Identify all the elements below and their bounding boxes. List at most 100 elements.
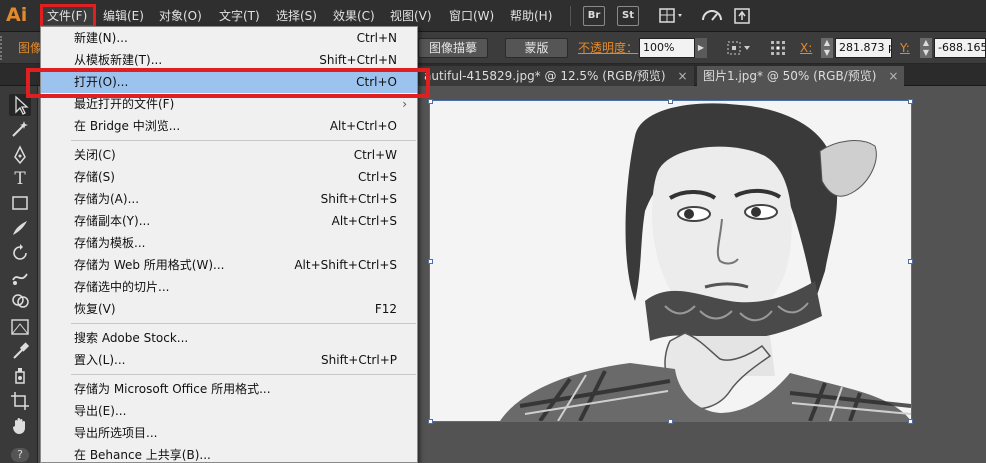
selection-tool-icon[interactable]	[9, 94, 31, 116]
selection-handle[interactable]	[908, 99, 913, 104]
menubar-divider	[570, 6, 571, 26]
menu-item-save-for-office[interactable]: 存储为 Microsoft Office 所用格式...	[41, 378, 417, 400]
selection-handle[interactable]	[428, 419, 433, 424]
close-icon[interactable]: ×	[888, 66, 898, 86]
menu-item-save[interactable]: 存储(S) Ctrl+S	[41, 166, 417, 188]
menu-item-label: 在 Bridge 中浏览...	[74, 119, 181, 133]
menu-item-label: 置入(L)...	[74, 353, 126, 367]
menu-item-search-adobe-stock[interactable]: 搜索 Adobe Stock...	[41, 327, 417, 349]
menu-item-save-selected-slices[interactable]: 存储选中的切片...	[41, 276, 417, 298]
stock-button[interactable]: St	[617, 6, 639, 26]
magic-wand-icon[interactable]	[9, 118, 31, 140]
selection-handle[interactable]	[908, 419, 913, 424]
menu-item-shortcut: Ctrl+S	[357, 170, 397, 184]
menu-effect[interactable]: 效果(C)	[333, 8, 375, 24]
menu-item-label: 最近打开的文件(F)	[74, 97, 175, 111]
menu-separator	[71, 323, 416, 324]
menu-window[interactable]: 窗口(W)	[449, 8, 494, 24]
artboard[interactable]	[429, 100, 912, 422]
selection-handle[interactable]	[668, 99, 673, 104]
menu-item-export-selection[interactable]: 导出所选项目...	[41, 422, 417, 444]
portrait-photo	[430, 101, 911, 421]
sync-settings-icon[interactable]	[732, 6, 752, 26]
menu-item-label: 从模板新建(T)...	[74, 53, 163, 67]
pen-tool-icon[interactable]	[9, 144, 31, 166]
arrange-documents-icon[interactable]	[657, 6, 687, 26]
help-icon[interactable]: ?	[11, 448, 29, 462]
warp-tool-icon[interactable]	[9, 266, 31, 288]
selection-handle[interactable]	[908, 259, 913, 264]
shape-builder-icon[interactable]	[9, 290, 31, 312]
menu-item-new-from-template[interactable]: 从模板新建(T)... Shift+Ctrl+N	[41, 49, 417, 71]
mask-button[interactable]: 蒙版	[505, 38, 568, 58]
menu-item-export[interactable]: 导出(E)...	[41, 400, 417, 422]
menu-select[interactable]: 选择(S)	[276, 8, 317, 24]
tab-label: autiful-415829.jpg* @ 12.5% (RGB/预览)	[424, 69, 666, 83]
type-tool-icon[interactable]: T	[9, 168, 31, 190]
selection-handle[interactable]	[428, 259, 433, 264]
rotate-tool-icon[interactable]	[9, 242, 31, 264]
menu-item-label: 存储选中的切片...	[74, 280, 170, 294]
menu-view[interactable]: 视图(V)	[390, 8, 432, 24]
tab-document-1[interactable]: autiful-415829.jpg* @ 12.5% (RGB/预览) ×	[418, 66, 694, 86]
opacity-dropdown-arrow-icon[interactable]: ▶	[695, 38, 707, 58]
reference-point-icon[interactable]	[770, 40, 786, 56]
menu-item-label: 恢复(V)	[74, 302, 116, 316]
menu-item-shortcut: F12	[374, 302, 397, 316]
menu-item-label: 打开(O)...	[74, 75, 129, 89]
menu-item-revert[interactable]: 恢复(V) F12	[41, 298, 417, 320]
perspective-grid-icon[interactable]	[9, 316, 31, 338]
menu-help[interactable]: 帮助(H)	[510, 8, 552, 24]
menu-item-new[interactable]: 新建(N)... Ctrl+N	[41, 27, 417, 49]
menu-item-label: 导出(E)...	[74, 404, 127, 418]
menu-item-label: 存储为 Web 所用格式(W)...	[74, 258, 225, 272]
selection-handle[interactable]	[428, 99, 433, 104]
x-stepper-icon[interactable]: ▲ ▼	[821, 38, 833, 58]
menu-item-share-on-behance[interactable]: 在 Behance 上共享(B)...	[41, 444, 417, 463]
tab-document-2[interactable]: 图片1.jpg* @ 50% (RGB/预览) ×	[697, 66, 904, 86]
align-grid-icon[interactable]	[726, 40, 752, 56]
menu-item-label: 搜索 Adobe Stock...	[74, 331, 189, 345]
menu-file[interactable]: 文件(F)	[40, 4, 96, 28]
x-label[interactable]: X:	[800, 40, 812, 56]
y-stepper-icon[interactable]: ▲ ▼	[920, 38, 932, 58]
menu-item-shortcut: Shift+Ctrl+S	[320, 192, 397, 206]
image-trace-button[interactable]: 图像描摹	[418, 38, 488, 58]
selection-handle[interactable]	[668, 419, 673, 424]
opacity-label[interactable]: 不透明度：	[578, 40, 638, 56]
menu-item-label: 存储副本(Y)...	[74, 214, 151, 228]
menu-item-place[interactable]: 置入(L)... Shift+Ctrl+P	[41, 349, 417, 371]
menu-item-label: 新建(N)...	[74, 31, 128, 45]
menu-item-label: 导出所选项目...	[74, 426, 158, 440]
menu-item-save-as-template[interactable]: 存储为模板...	[41, 232, 417, 254]
bridge-button[interactable]: Br	[583, 6, 605, 26]
menu-item-save-a-copy[interactable]: 存储副本(Y)... Alt+Ctrl+S	[41, 210, 417, 232]
gpu-performance-icon[interactable]	[700, 6, 724, 26]
close-icon[interactable]: ×	[678, 66, 688, 86]
menu-item-shortcut: Shift+Ctrl+P	[321, 353, 397, 367]
menu-item-browse-in-bridge[interactable]: 在 Bridge 中浏览... Alt+Ctrl+O	[41, 115, 417, 137]
tools-panel: T ?	[0, 86, 38, 463]
symbol-sprayer-icon[interactable]	[9, 364, 31, 386]
paintbrush-tool-icon[interactable]	[9, 217, 31, 239]
y-label[interactable]: Y:	[900, 40, 910, 56]
menu-edit[interactable]: 编辑(E)	[103, 8, 144, 24]
menu-item-save-as[interactable]: 存储为(A)... Shift+Ctrl+S	[41, 188, 417, 210]
rectangle-tool-icon[interactable]	[9, 192, 31, 214]
menu-item-open-recent[interactable]: 最近打开的文件(F) ›	[41, 93, 417, 115]
menu-type[interactable]: 文字(T)	[219, 8, 260, 24]
eyedropper-icon[interactable]	[9, 340, 31, 362]
menu-item-save-for-web[interactable]: 存储为 Web 所用格式(W)... Alt+Shift+Ctrl+S	[41, 254, 417, 276]
menu-item-shortcut: Alt+Shift+Ctrl+S	[294, 258, 397, 272]
hand-tool-icon[interactable]	[9, 414, 31, 436]
artboard-tool-icon[interactable]	[9, 390, 31, 412]
menu-item-close[interactable]: 关闭(C) Ctrl+W	[41, 144, 417, 166]
menu-item-label: 存储为模板...	[74, 236, 146, 250]
panel-grip[interactable]	[0, 36, 5, 60]
x-position-input[interactable]: 281.873 p	[835, 38, 892, 58]
menu-item-open[interactable]: 打开(O)... Ctrl+O	[41, 71, 417, 93]
menu-item-shortcut: Ctrl+N	[356, 31, 397, 45]
y-position-input[interactable]: -688.165	[934, 38, 986, 58]
opacity-input[interactable]: 100%	[639, 38, 695, 58]
menu-object[interactable]: 对象(O)	[159, 8, 202, 24]
